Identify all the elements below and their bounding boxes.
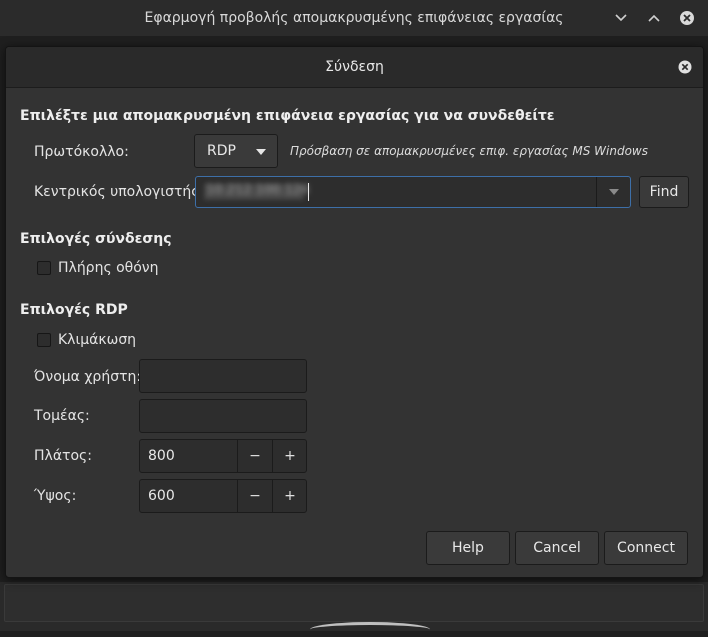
scaling-label: Κλιμάκωση (58, 332, 137, 348)
host-dropdown-button[interactable] (596, 177, 631, 207)
parent-decoration (310, 622, 430, 637)
protocol-value: RDP (207, 143, 236, 159)
plus-icon: + (284, 448, 296, 464)
width-value: 800 (148, 448, 175, 464)
text-cursor (308, 183, 309, 201)
fullscreen-label: Πλήρης οθόνη (58, 260, 159, 276)
parent-bottom-bar (4, 584, 704, 622)
chevron-down-icon (609, 189, 619, 195)
domain-label: Τομέας: (34, 408, 90, 424)
width-label: Πλάτος: (34, 448, 92, 464)
scaling-checkbox[interactable] (37, 333, 51, 347)
parent-bottom-area (0, 582, 708, 631)
username-input[interactable] (139, 359, 307, 393)
username-label: Όνομα χρήστη: (34, 369, 142, 385)
cancel-button[interactable]: Cancel (515, 531, 599, 565)
find-button[interactable]: Find (639, 176, 689, 208)
height-spinbutton[interactable]: 600 − + (139, 479, 307, 513)
connect-dialog: Σύνδεση Επιλέξτε μια απομακρυσμένη επιφά… (5, 46, 704, 578)
height-value: 600 (148, 488, 175, 504)
dialog-header: Σύνδεση (6, 47, 703, 88)
minimize-button[interactable] (611, 8, 631, 28)
dialog-close-button[interactable] (677, 59, 693, 75)
plus-icon: + (284, 488, 296, 504)
minus-icon: − (249, 448, 261, 464)
help-button[interactable]: Help (426, 531, 510, 565)
minus-icon: − (249, 488, 261, 504)
chevron-down-icon (615, 14, 627, 22)
host-combo[interactable]: 10.212.100.124 (195, 176, 631, 208)
section-heading-rdp-options: Επιλογές RDP (20, 302, 128, 318)
height-label: Ύψος: (34, 488, 77, 504)
host-label: Κεντρικός υπολογιστής: (34, 184, 205, 200)
height-decrement-button[interactable]: − (237, 480, 272, 512)
parent-window-title: Εφαρμογή προβολής απομακρυσμένης επιφάνε… (144, 10, 564, 26)
host-value: 10.212.100.124 (206, 183, 310, 198)
protocol-label: Πρωτόκολλο: (34, 144, 129, 160)
height-increment-button[interactable]: + (272, 480, 307, 512)
dropdown-arrow-icon (256, 149, 266, 155)
fullscreen-checkbox[interactable] (37, 261, 51, 275)
section-heading-connection-options: Επιλογές σύνδεσης (20, 231, 172, 247)
parent-close-button[interactable] (677, 8, 697, 28)
parent-titlebar: Εφαρμογή προβολής απομακρυσμένης επιφάνε… (0, 0, 708, 36)
close-icon (680, 11, 694, 25)
width-decrement-button[interactable]: − (237, 440, 272, 472)
chevron-up-icon (648, 14, 660, 22)
width-increment-button[interactable]: + (272, 440, 307, 472)
width-spinbutton[interactable]: 800 − + (139, 439, 307, 473)
protocol-description: Πρόσβαση σε απομακρυσμένες επιφ. εργασία… (290, 144, 648, 158)
dialog-title: Σύνδεση (325, 59, 384, 75)
section-heading-connect: Επιλέξτε μια απομακρυσμένη επιφάνεια εργ… (20, 108, 555, 124)
maximize-button[interactable] (644, 8, 664, 28)
connect-button[interactable]: Connect (604, 531, 688, 565)
domain-input[interactable] (139, 399, 307, 433)
protocol-dropdown[interactable]: RDP (194, 134, 278, 168)
close-icon (678, 60, 692, 74)
